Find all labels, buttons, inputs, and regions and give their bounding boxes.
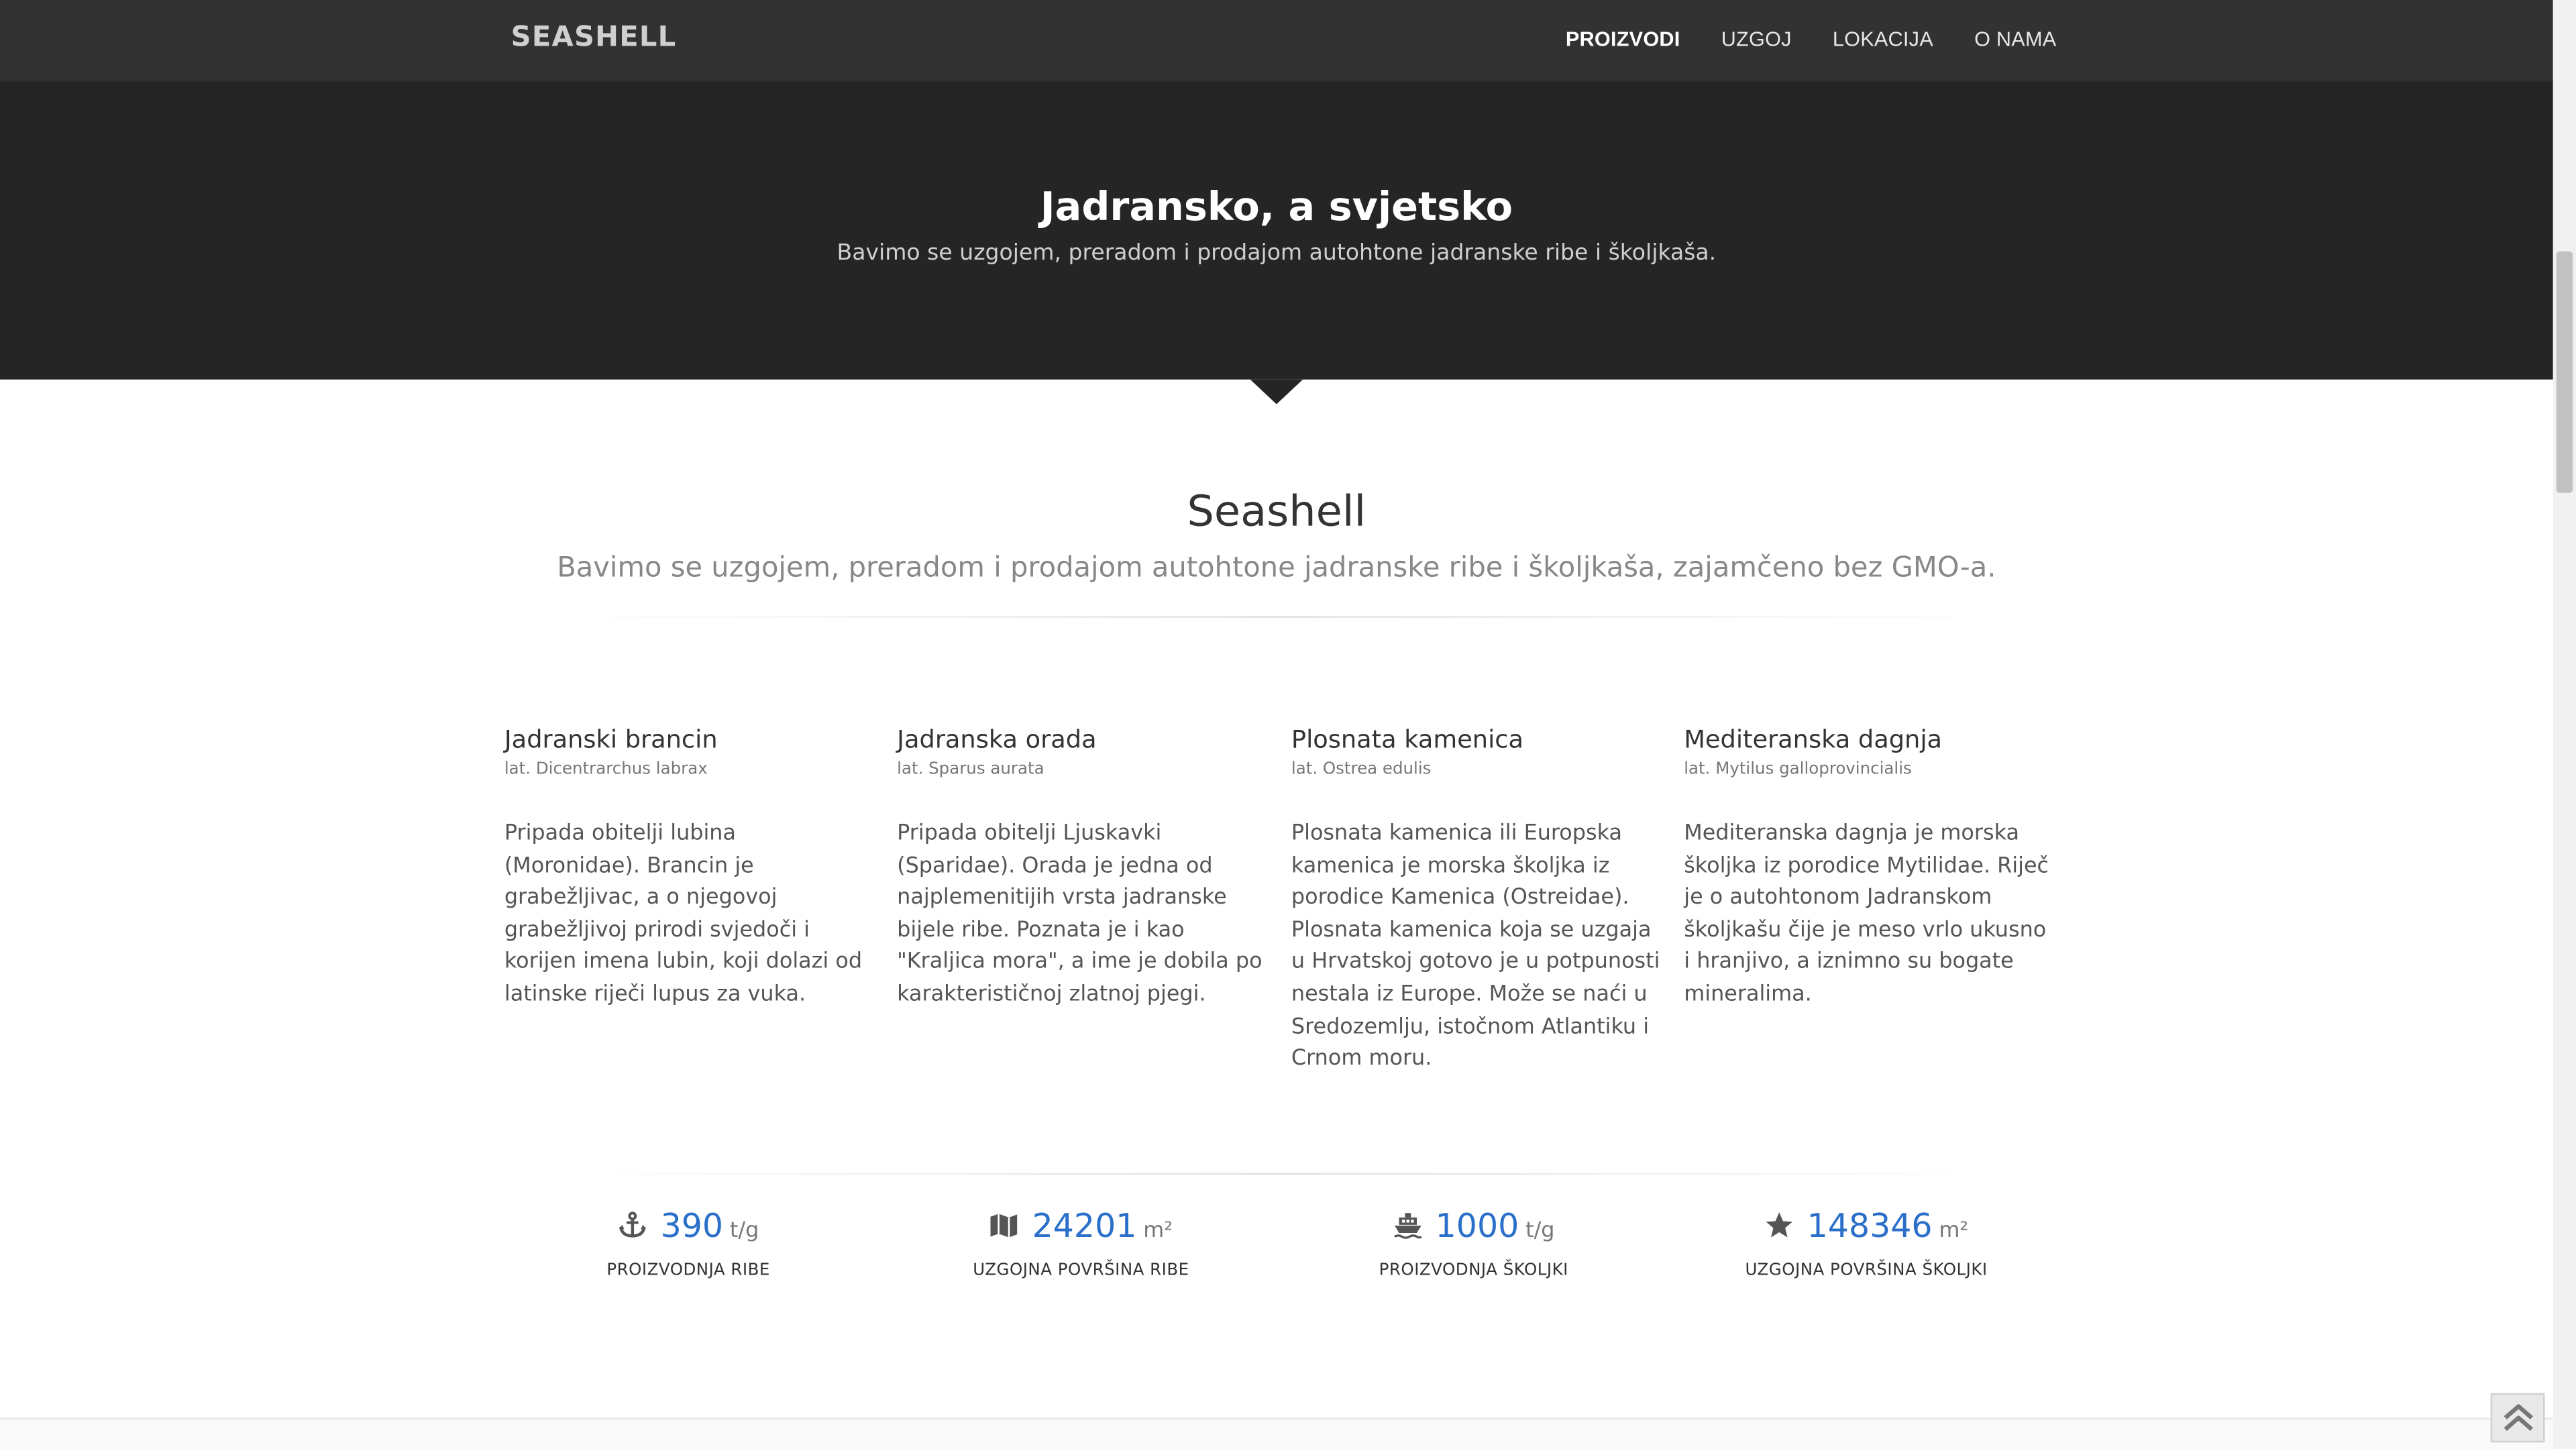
- stat-item: 390 t/g PROIZVODNJA RIBE: [491, 1206, 885, 1280]
- stat-unit: t/g: [1525, 1219, 1555, 1244]
- product-latin-name: lat. Dicentrarchus labrax: [504, 760, 708, 779]
- stat-value: 390: [660, 1205, 724, 1246]
- page: SEASHELL PROIZVODI UZGOJ LOKACIJA O NAMA…: [0, 0, 2576, 1449]
- product-name: Jadranski brancin: [504, 724, 718, 755]
- nav-item-uzgoj[interactable]: UZGOJ: [1721, 28, 1792, 51]
- stat-label: UZGOJNA POVRŠINA ŠKOLJKI: [1745, 1261, 1988, 1280]
- product-name: Plosnata kamenica: [1291, 724, 1524, 755]
- stat-label: PROIZVODNJA RIBE: [606, 1261, 770, 1280]
- star-icon: [1766, 1212, 1792, 1238]
- nav-item-o-nama[interactable]: O NAMA: [1974, 28, 2056, 51]
- hero-title: Jadransko, a svjetsko: [1040, 184, 1513, 230]
- stat-label: PROIZVODNJA ŠKOLJKI: [1379, 1261, 1568, 1280]
- section-divider: [558, 616, 2004, 618]
- stat-value: 1000: [1435, 1205, 1519, 1246]
- stat-unit: m²: [1143, 1219, 1173, 1244]
- product-latin-name: lat. Mytilus galloprovincialis: [1684, 760, 1912, 779]
- product-card: Jadranski brancin lat. Dicentrarchus lab…: [504, 724, 874, 1012]
- section-subtitle: Bavimo se uzgojem, preradom i prodajom a…: [557, 551, 1996, 585]
- stat-value: 24201: [1032, 1205, 1137, 1246]
- hero-pointer-arrow: [1250, 379, 1303, 405]
- stat-value: 148346: [1807, 1205, 1933, 1246]
- stat-unit: t/g: [729, 1219, 759, 1244]
- stat-unit: m²: [1939, 1219, 1969, 1244]
- stat-item: 148346 m² UZGOJNA POVRŠINA ŠKOLJKI: [1669, 1206, 2063, 1280]
- hero-banner: Jadransko, a svjetsko Bavimo se uzgojem,…: [0, 82, 2553, 380]
- stats-divider: [558, 1173, 2004, 1175]
- product-card: Mediteranska dagnja lat. Mytilus gallopr…: [1684, 724, 2053, 1012]
- vertical-scrollbar[interactable]: [2553, 0, 2576, 1449]
- hero-subtitle: Bavimo se uzgojem, preradom i prodajom a…: [837, 239, 1717, 266]
- product-latin-name: lat. Ostrea edulis: [1291, 760, 1432, 779]
- product-name: Jadranska orada: [897, 724, 1097, 755]
- top-navbar: SEASHELL PROIZVODI UZGOJ LOKACIJA O NAMA: [0, 0, 2553, 83]
- product-description: Pripada obitelji lubina (Moronidae). Bra…: [504, 821, 863, 1008]
- ship-icon: [1393, 1213, 1421, 1239]
- stat-label: UZGOJNA POVRŠINA RIBE: [973, 1261, 1189, 1280]
- scrollbar-thumb[interactable]: [2556, 251, 2573, 493]
- nav-item-proizvodi[interactable]: PROIZVODI: [1566, 28, 1680, 51]
- stat-item: 1000 t/g PROIZVODNJA ŠKOLJKI: [1277, 1206, 1671, 1280]
- product-description: Plosnata kamenica ili Europska kamenica …: [1291, 821, 1660, 1072]
- double-chevron-up-icon: [2503, 1404, 2532, 1432]
- product-latin-name: lat. Sparus aurata: [897, 760, 1044, 779]
- product-description: Mediteranska dagnja je morska školjka iz…: [1684, 821, 2049, 1008]
- stat-item: 24201 m² UZGOJNA POVRŠINA RIBE: [884, 1206, 1279, 1280]
- next-section-edge: [0, 1417, 2553, 1449]
- brand-logo[interactable]: SEASHELL: [511, 21, 677, 54]
- scroll-to-top-button[interactable]: [2490, 1393, 2545, 1443]
- map-icon: [991, 1214, 1018, 1238]
- product-card: Jadranska orada lat. Sparus aurata Pripa…: [897, 724, 1267, 1012]
- product-description: Pripada obitelji Ljuskavki (Sparidae). O…: [897, 821, 1263, 1008]
- main-nav: PROIZVODI UZGOJ LOKACIJA O NAMA: [1566, 28, 2098, 51]
- section-title: Seashell: [1187, 488, 1366, 537]
- anchor-icon: [619, 1212, 646, 1238]
- product-card: Plosnata kamenica lat. Ostrea edulis Plo…: [1291, 724, 1661, 1075]
- nav-item-lokacija[interactable]: LOKACIJA: [1833, 28, 1933, 51]
- product-name: Mediteranska dagnja: [1684, 724, 1943, 755]
